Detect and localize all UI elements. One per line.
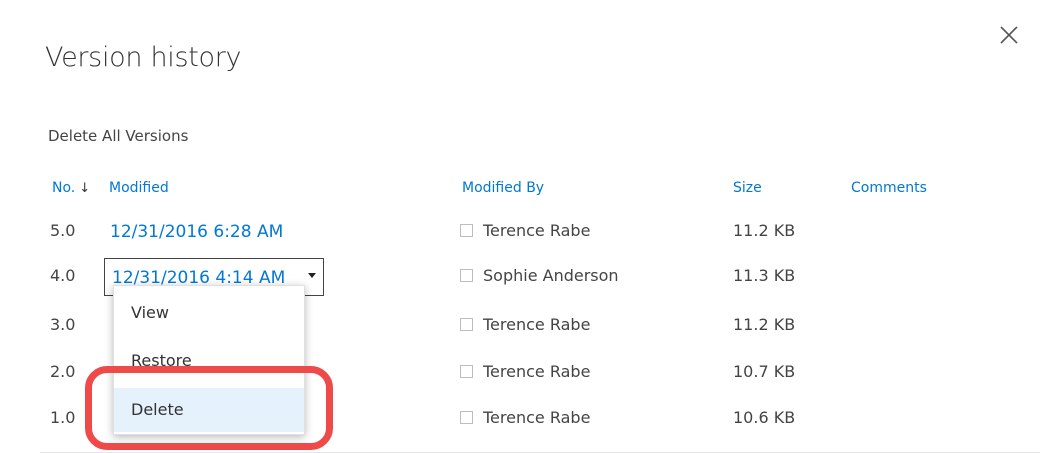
file-size: 11.2 KB (733, 221, 796, 240)
version-number: 5.0 (50, 221, 76, 240)
caret-down-icon[interactable] (308, 273, 316, 278)
version-number: 1.0 (50, 408, 76, 427)
version-date-link[interactable]: 12/31/2016 6:28 AM (110, 222, 283, 242)
sort-down-icon: ↓ (79, 181, 91, 196)
modified-by-name: Sophie Anderson (483, 266, 619, 285)
modified-by-name: Terence Rabe (483, 221, 591, 240)
modified-by-cell: Terence Rabe (460, 362, 590, 381)
modified-by-cell: Terence Rabe (460, 221, 590, 240)
column-header-size[interactable]: Size (733, 180, 762, 196)
version-context-menu: View Restore Delete (113, 285, 305, 435)
column-header-modified[interactable]: Modified (109, 180, 169, 196)
menu-item-delete[interactable]: Delete (114, 388, 304, 432)
modified-by-name: Terence Rabe (483, 315, 591, 334)
menu-item-view[interactable]: View (114, 292, 304, 332)
menu-item-restore[interactable]: Restore (114, 340, 304, 380)
version-number: 4.0 (50, 266, 76, 285)
menu-item-label: Delete (131, 400, 184, 419)
column-header-no[interactable]: No. ↓ (52, 180, 90, 196)
version-number: 3.0 (50, 315, 76, 334)
dialog-title: Version history (45, 42, 242, 73)
presence-checkbox (460, 365, 473, 378)
menu-item-label: Restore (131, 351, 192, 370)
modified-by-cell: Terence Rabe (460, 408, 590, 427)
modified-by-cell: Terence Rabe (460, 315, 590, 334)
column-header-no-label: No. (52, 180, 76, 196)
file-size: 10.7 KB (733, 362, 796, 381)
version-history-dialog: Version history Delete All Versions No. ↓… (0, 0, 1040, 453)
version-number: 2.0 (50, 362, 76, 381)
presence-checkbox (460, 411, 473, 424)
file-size: 10.6 KB (733, 408, 796, 427)
file-size: 11.3 KB (733, 266, 796, 285)
presence-checkbox (460, 318, 473, 331)
presence-checkbox (460, 269, 473, 282)
file-size: 11.2 KB (733, 315, 796, 334)
close-icon[interactable] (998, 24, 1020, 46)
modified-by-cell: Sophie Anderson (460, 266, 619, 285)
column-header-modified-by[interactable]: Modified By (462, 180, 544, 196)
menu-item-label: View (131, 303, 169, 322)
table-row: 5.0 12/31/2016 6:28 AM Terence Rabe 11.2… (0, 221, 1040, 251)
presence-checkbox (460, 224, 473, 237)
delete-all-versions-link[interactable]: Delete All Versions (48, 127, 188, 145)
column-header-comments[interactable]: Comments (851, 180, 927, 196)
modified-by-name: Terence Rabe (483, 362, 591, 381)
modified-by-name: Terence Rabe (483, 408, 591, 427)
